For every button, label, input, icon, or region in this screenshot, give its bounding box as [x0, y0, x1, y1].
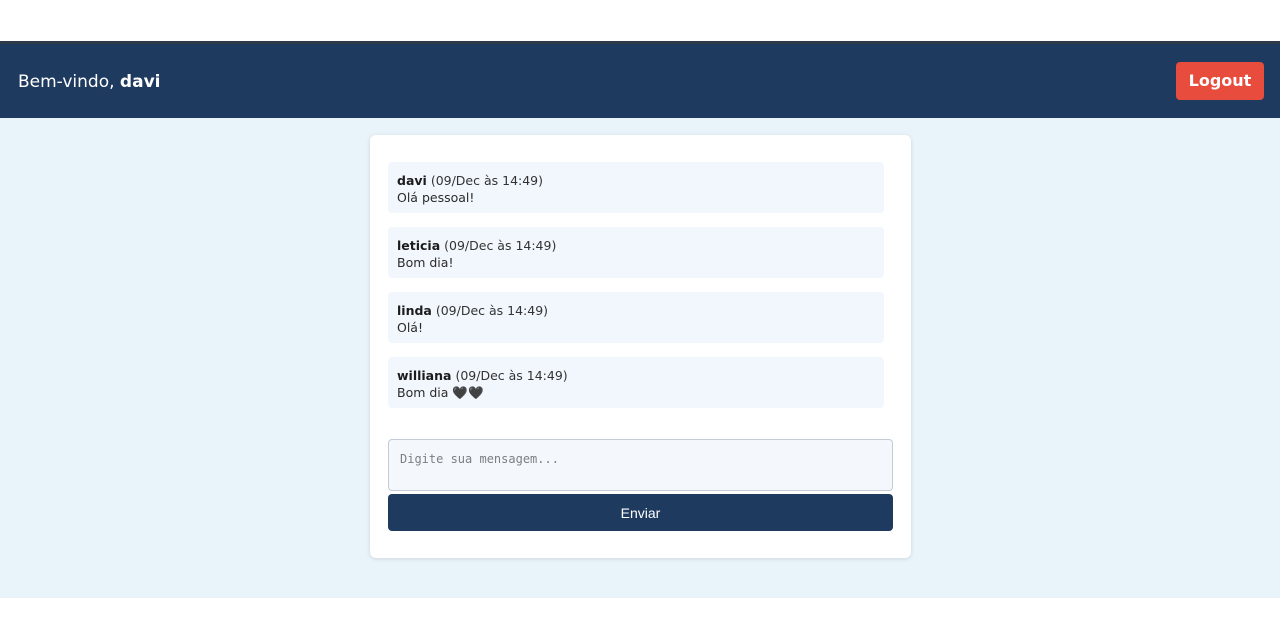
message-item: linda (09/Dec às 14:49) Olá!: [388, 292, 884, 343]
current-username: davi: [119, 72, 161, 92]
message-text: Olá pessoal!: [397, 190, 475, 205]
message-timestamp: (09/Dec às 14:49): [444, 238, 557, 253]
message-text: Olá!: [397, 320, 423, 335]
message-text: Bom dia!: [397, 255, 454, 270]
message-input[interactable]: [388, 439, 893, 491]
app-header: Bem-vindo, davi Logout: [0, 41, 1280, 118]
message-item: leticia (09/Dec às 14:49) Bom dia!: [388, 227, 884, 278]
message-author: williana: [397, 368, 452, 383]
message-timestamp: (09/Dec às 14:49): [435, 303, 549, 318]
message-text: Bom dia 🖤🖤: [397, 385, 484, 400]
top-blank-area: [0, 0, 1280, 41]
message-header: leticia (09/Dec às 14:49): [397, 237, 875, 254]
message-author: davi: [397, 173, 427, 188]
welcome-text: Bem-vindo, davi: [18, 71, 160, 93]
chat-card: davi (09/Dec às 14:49) Olá pessoal! leti…: [370, 135, 911, 558]
message-item: williana (09/Dec às 14:49) Bom dia 🖤🖤: [388, 357, 884, 408]
message-header: linda (09/Dec às 14:49): [397, 302, 875, 319]
message-list: davi (09/Dec às 14:49) Olá pessoal! leti…: [388, 162, 884, 422]
message-author: leticia: [397, 238, 441, 253]
message-header: davi (09/Dec às 14:49): [397, 172, 875, 189]
welcome-prefix: Bem-vindo,: [18, 72, 115, 92]
message-timestamp: (09/Dec às 14:49): [455, 368, 568, 383]
send-button[interactable]: Enviar: [388, 494, 893, 531]
logout-button[interactable]: Logout: [1176, 62, 1264, 100]
message-item: davi (09/Dec às 14:49) Olá pessoal!: [388, 162, 884, 213]
message-timestamp: (09/Dec às 14:49): [430, 173, 544, 188]
bottom-blank-area: [0, 598, 1280, 640]
message-author: linda: [397, 303, 432, 318]
main-area: davi (09/Dec às 14:49) Olá pessoal! leti…: [0, 118, 1280, 598]
message-header: williana (09/Dec às 14:49): [397, 367, 875, 384]
